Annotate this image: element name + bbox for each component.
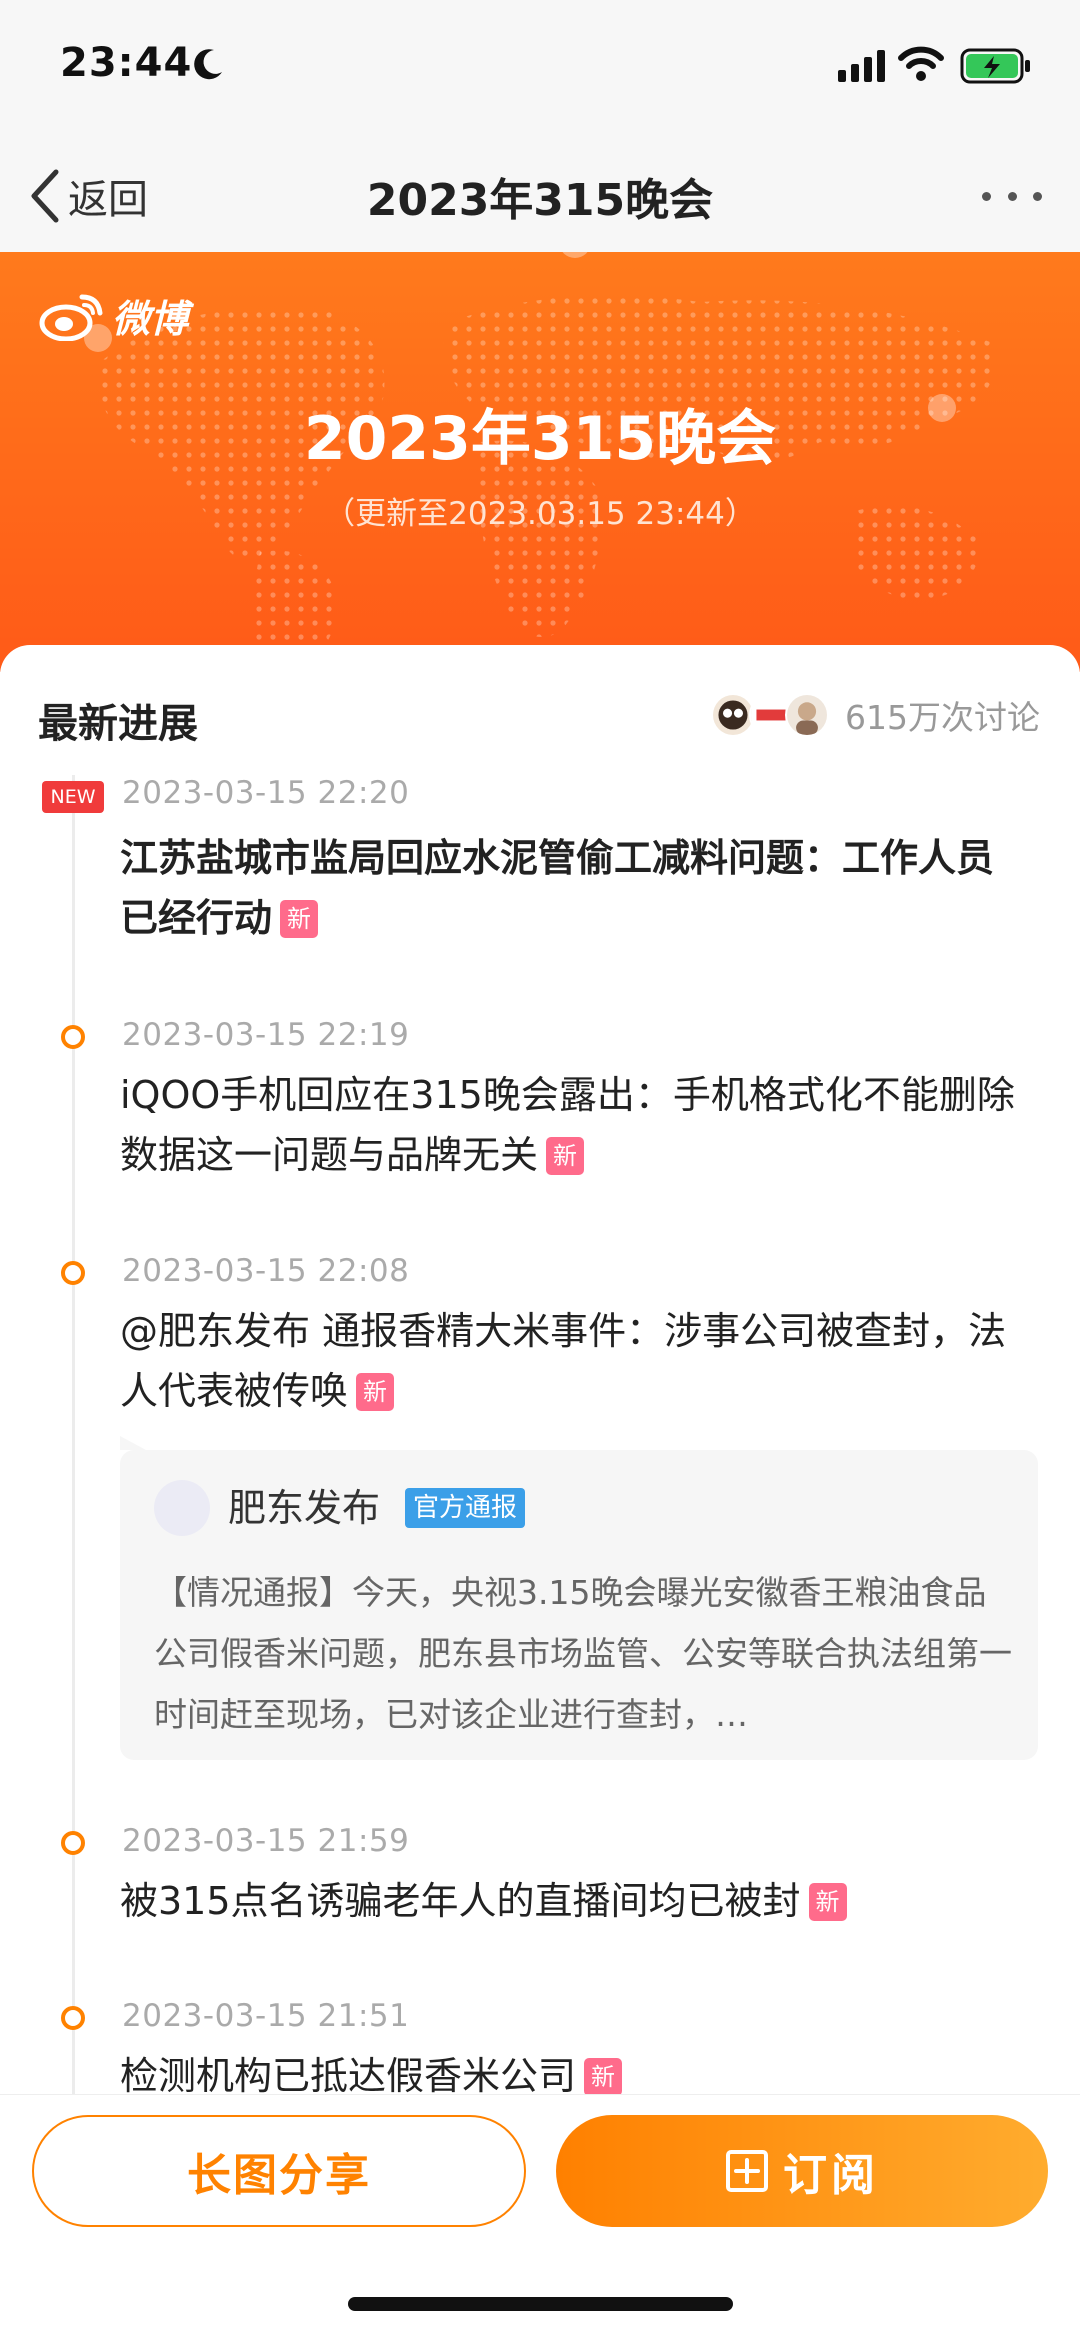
timeline-text-content: @肥东发布 通报香精大米事件：涉事公司被查封，法人代表被传唤 bbox=[120, 1309, 1007, 1413]
banner-title: 2023年315晚会 bbox=[303, 404, 777, 474]
long-image-share-button[interactable]: 长图分享 bbox=[32, 2115, 526, 2227]
home-indicator bbox=[348, 2297, 733, 2311]
timeline-line bbox=[72, 775, 75, 2095]
timeline-text: @肥东发布 通报香精大米事件：涉事公司被查封，法人代表被传唤新 bbox=[120, 1301, 1020, 1421]
subscribe-button[interactable]: 订阅 bbox=[556, 2115, 1048, 2227]
timeline-text: 被315点名诱骗老年人的直播间均已被封新 bbox=[120, 1871, 1020, 1931]
timeline-text: 检测机构已抵达假香米公司新 bbox=[120, 2046, 1020, 2095]
timeline-text: iQOO手机回应在315晚会露出：手机格式化不能删除数据这一问题与品牌无关新 bbox=[120, 1065, 1020, 1185]
timeline-time: 2023-03-15 21:59 bbox=[122, 1823, 410, 1859]
more-dot-icon bbox=[1033, 191, 1042, 201]
repost-body: 【情况通报】今天，央视3.15晚会曝光安徽香王粮油食品公司假香米问题，肥东县市场… bbox=[154, 1573, 1012, 1734]
page-title: 2023年315晚会 bbox=[366, 175, 714, 226]
weibo-logo: 微博 bbox=[38, 288, 188, 343]
discussion-summary[interactable]: 615万次讨论 bbox=[711, 691, 1040, 739]
battery-icon bbox=[960, 48, 1030, 84]
more-dot-icon bbox=[982, 191, 991, 201]
avatar bbox=[785, 693, 829, 737]
more-button[interactable] bbox=[972, 168, 1052, 224]
subscribe-label: 订阅 bbox=[783, 2150, 879, 2201]
repost-card[interactable]: 肥东发布 官方通报 【情况通报】今天，央视3.15晚会曝光安徽香王粮油食品公司假… bbox=[120, 1436, 1038, 1760]
share-label: 长图分享 bbox=[187, 2150, 371, 2201]
repost-author: 肥东发布 bbox=[228, 1486, 381, 1530]
new-badge: NEW bbox=[42, 781, 104, 813]
timeline-text-content: 检测机构已抵达假香米公司 bbox=[120, 2054, 577, 2095]
signal-icon bbox=[838, 50, 885, 82]
content-sheet: 最新进展 615万次讨论 NEW 2023-03-15 22:20 江苏盐城市监… bbox=[0, 645, 1080, 2095]
weibo-logo-text: 微博 bbox=[112, 297, 189, 341]
more-dot-icon bbox=[1007, 191, 1017, 201]
subscribe-icon bbox=[726, 2150, 768, 2192]
discussion-count: 615万次讨论 bbox=[845, 698, 1040, 737]
new-tag: 新 bbox=[808, 1883, 847, 1921]
wifi-icon bbox=[898, 46, 944, 81]
timeline-dot-icon bbox=[61, 1261, 85, 1285]
timeline-time: 2023-03-15 21:51 bbox=[122, 1998, 410, 2034]
timeline-dot-icon bbox=[61, 1831, 85, 1855]
status-time: 23:44 bbox=[60, 40, 193, 86]
nav-bar: 返回 2023年315晚会 bbox=[0, 140, 1080, 252]
avatar-stack bbox=[711, 691, 831, 739]
new-tag: 新 bbox=[546, 1137, 585, 1175]
timeline-text-content: 江苏盐城市监局回应水泥管偷工减料问题：工作人员已经行动 bbox=[120, 836, 995, 940]
timeline-dot-icon bbox=[61, 2006, 85, 2030]
new-tag: 新 bbox=[584, 2058, 623, 2095]
timeline-text: 江苏盐城市监局回应水泥管偷工减料问题：工作人员已经行动新 bbox=[120, 828, 1020, 948]
banner-update-time: （更新至2023.03.15 23:44） bbox=[324, 496, 756, 532]
section-title: 最新进展 bbox=[38, 701, 198, 747]
new-tag: 新 bbox=[356, 1373, 395, 1411]
timeline-time: 2023-03-15 22:20 bbox=[122, 775, 410, 811]
status-bar: 23:44 bbox=[0, 0, 1080, 140]
topic-banner: 微博 2023年315晚会 （更新至2023.03.15 23:44） bbox=[0, 252, 1080, 672]
weibo-eye-icon bbox=[39, 294, 103, 341]
timeline-time: 2023-03-15 22:08 bbox=[122, 1253, 410, 1289]
avatar bbox=[154, 1480, 210, 1536]
moon-icon bbox=[194, 49, 222, 80]
new-tag: 新 bbox=[280, 900, 319, 938]
repost-arrow bbox=[120, 1436, 146, 1450]
official-badge: 官方通报 bbox=[405, 1488, 526, 1528]
timeline-time: 2023-03-15 22:19 bbox=[122, 1017, 410, 1053]
chevron-left-icon bbox=[31, 169, 59, 223]
timeline-text-content: 被315点名诱骗老年人的直播间均已被封 bbox=[120, 1879, 801, 1923]
timeline-dot-icon bbox=[61, 1025, 85, 1049]
back-button[interactable]: 返回 bbox=[28, 158, 148, 234]
back-label: 返回 bbox=[68, 177, 148, 223]
